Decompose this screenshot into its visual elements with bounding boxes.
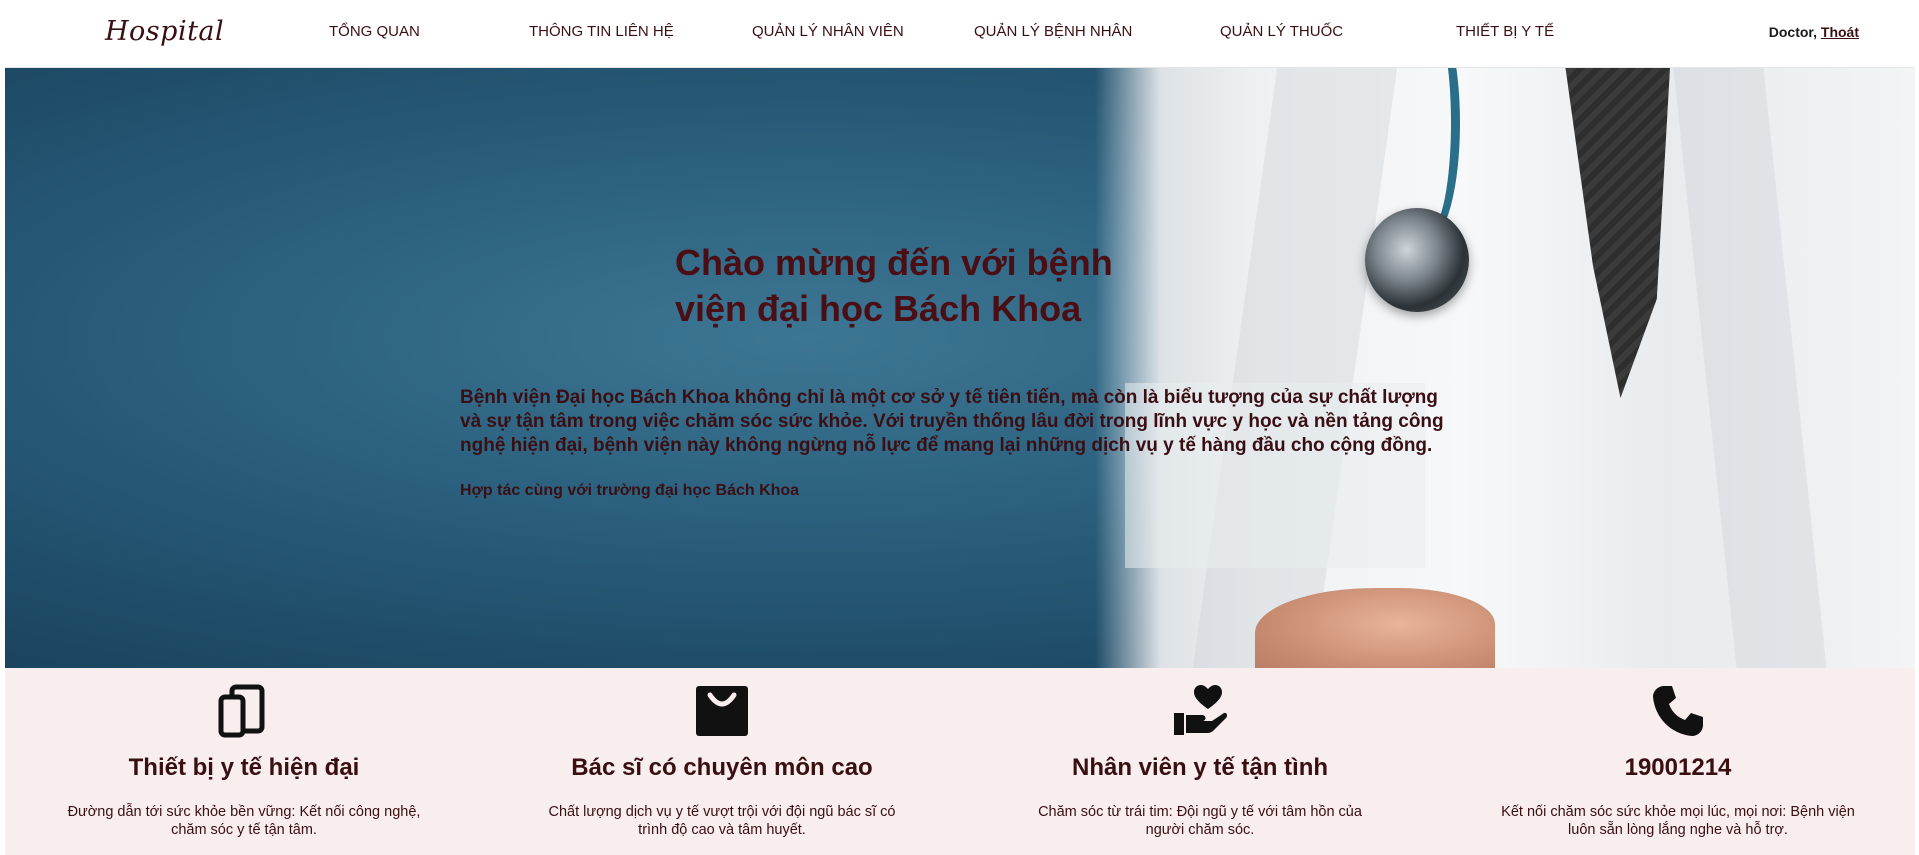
nav-quan-ly-thuoc[interactable]: QUẢN LÝ THUỐC xyxy=(1220,23,1343,40)
hero-description: Bệnh viện Đại học Bách Khoa không chỉ là… xyxy=(460,387,1444,456)
nav-tong-quan[interactable]: TỔNG QUAN xyxy=(329,23,420,40)
hero-title: Chào mừng đến với bệnh viện đại học Bách… xyxy=(675,242,1113,329)
brand-logo[interactable]: Hospital xyxy=(105,16,224,47)
hero-banner: Chào mừng đến với bệnh viện đại học Bách… xyxy=(5,68,1915,668)
hand-heart-icon xyxy=(1174,685,1228,735)
feature-card: Nhân viên y tế tận tình Chăm sóc từ trái… xyxy=(961,668,1439,855)
nav-quan-ly-nhan-vien[interactable]: QUẢN LÝ NHÂN VIÊN xyxy=(752,23,904,40)
nav-thong-tin-lien-he[interactable]: THÔNG TIN LIÊN HỆ xyxy=(529,23,674,40)
feature-title: Thiết bị y tế hiện đại xyxy=(128,754,360,781)
feature-title: Nhân viên y tế tận tình xyxy=(1071,754,1329,781)
user-role-label: Doctor, xyxy=(1768,24,1817,40)
feature-card: 19001214 Kết nối chăm sóc sức khỏe mọi l… xyxy=(1439,668,1917,855)
feature-card: Thiết bị y tế hiện đại Đường dẫn tới sức… xyxy=(5,668,483,855)
tablet-icon xyxy=(218,684,265,738)
stethoscope-icon xyxy=(1365,208,1469,312)
features-section: Thiết bị y tế hiện đại Đường dẫn tới sức… xyxy=(5,668,1915,855)
feature-title: 19001214 xyxy=(1624,754,1732,781)
feature-description: Kết nối chăm sóc sức khỏe mọi lúc, mọi n… xyxy=(1501,804,1855,838)
top-navbar: Hospital TỔNG QUAN THÔNG TIN LIÊN HỆ QUẢ… xyxy=(5,0,1915,68)
feature-card: Bác sĩ có chuyên môn cao Chất lượng dịch… xyxy=(483,668,961,855)
phone-icon xyxy=(1653,686,1703,736)
hand-shape xyxy=(1255,588,1495,668)
logout-link[interactable]: Thoát xyxy=(1821,24,1859,40)
nav-quan-ly-benh-nhan[interactable]: QUẢN LÝ BỆNH NHÂN xyxy=(974,23,1132,40)
shopping-bag-icon xyxy=(696,686,748,736)
nav-thiet-bi-y-te[interactable]: THIẾT BỊ Y TẾ xyxy=(1456,23,1554,40)
user-area: Doctor, Thoát xyxy=(1769,24,1859,40)
hero-subtitle: Hợp tác cùng với trường đại học Bách Kho… xyxy=(460,482,800,499)
page: Hospital TỔNG QUAN THÔNG TIN LIÊN HỆ QUẢ… xyxy=(5,0,1915,855)
feature-description: Đường dẫn tới sức khỏe bền vững: Kết nối… xyxy=(67,804,421,838)
feature-description: Chăm sóc từ trái tim: Đội ngũ y tế với t… xyxy=(1038,804,1362,838)
feature-title: Bác sĩ có chuyên môn cao xyxy=(571,754,873,781)
feature-description: Chất lượng dịch vụ y tế vượt trội với độ… xyxy=(548,804,896,838)
